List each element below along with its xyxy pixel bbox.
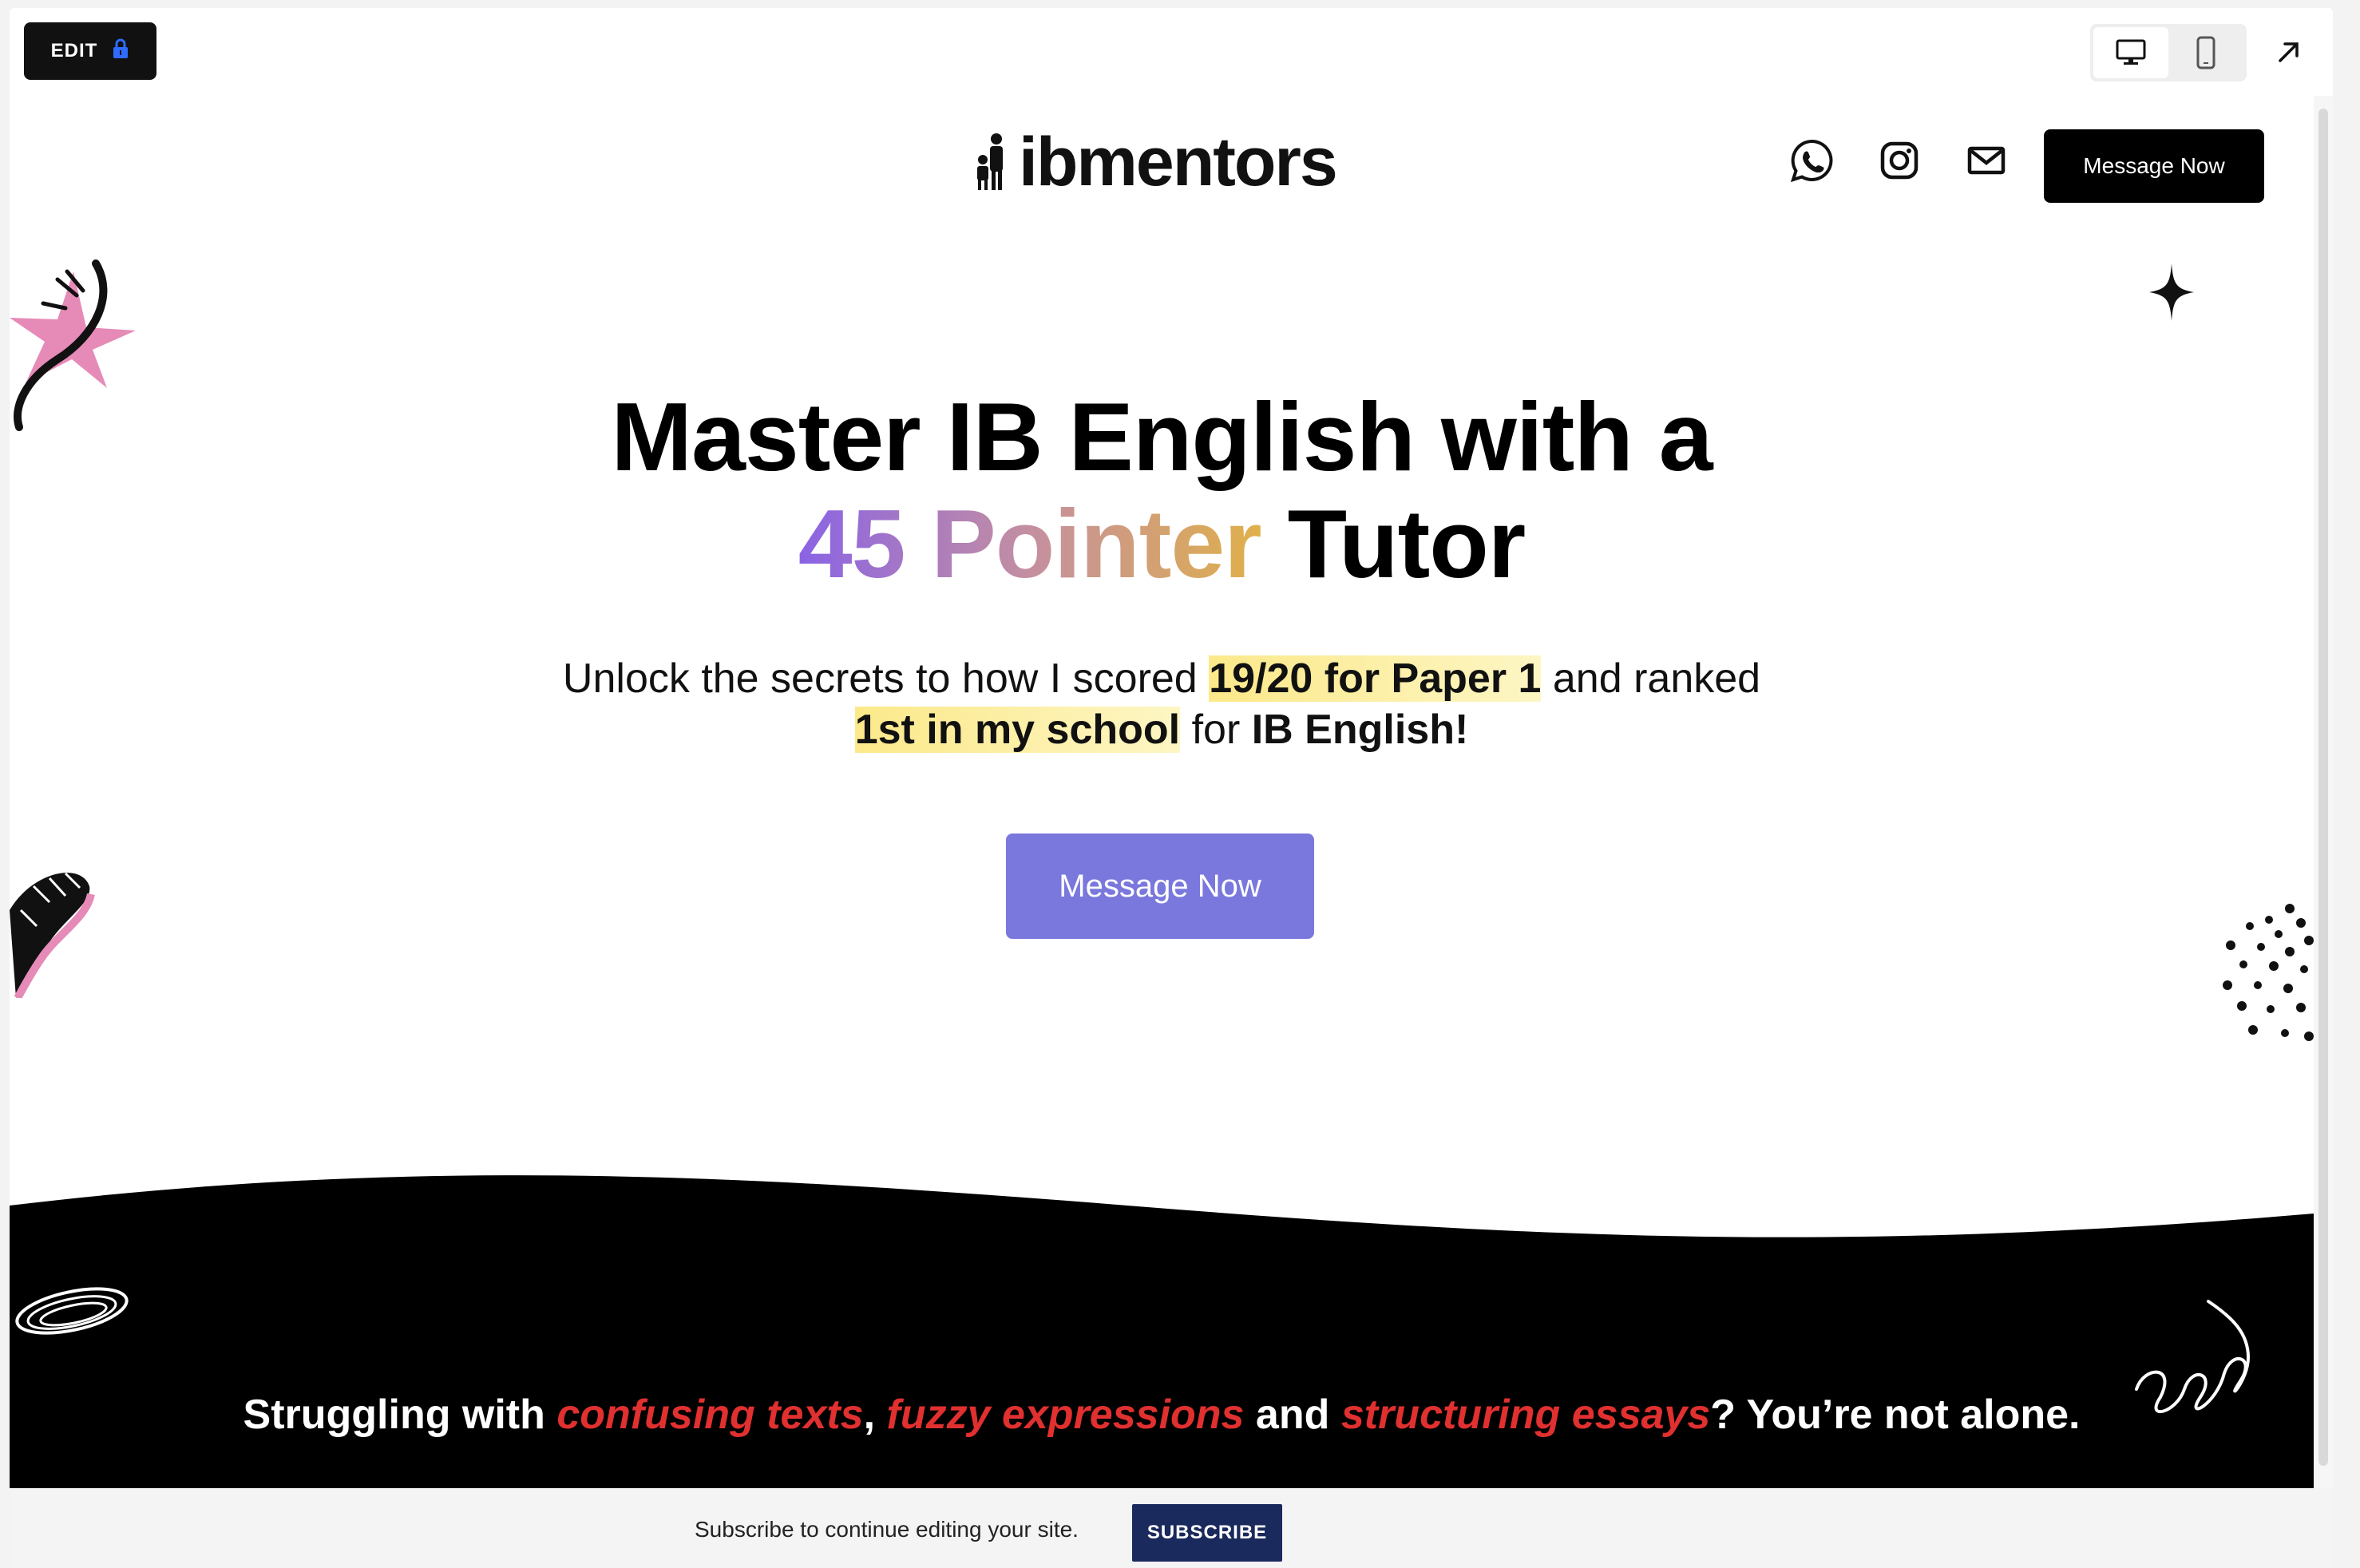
editor-toolbar: EDIT <box>10 8 2333 97</box>
subscribe-text: Subscribe to continue editing your site. <box>695 1517 1079 1542</box>
desktop-view-button[interactable] <box>2093 27 2168 78</box>
tagline-and: and <box>1255 1392 1330 1438</box>
sub-for: for <box>1191 707 1241 753</box>
dots-decoration <box>2223 904 2314 1041</box>
whatsapp-icon[interactable] <box>1788 137 1835 188</box>
sub-highlight-rank: 1st in my school <box>854 707 1181 753</box>
tagline-confusing-texts: confusing texts <box>556 1392 864 1438</box>
logo-text: ibmentors <box>1019 123 1338 200</box>
arrow-up-right-icon[interactable] <box>2275 38 2303 69</box>
hero-title-tutor: Tutor <box>1287 489 1526 598</box>
mail-icon[interactable] <box>1967 145 2006 180</box>
ring-scribble-decoration <box>15 1287 129 1335</box>
hero-message-now-button[interactable]: Message Now <box>1006 833 1314 939</box>
sub-bold: IB English! <box>1251 707 1469 753</box>
sub-mid: and ranked <box>1552 655 1761 702</box>
hero-title-line2: 45 Pointer Tutor <box>10 490 2314 597</box>
edit-label: EDIT <box>50 40 98 61</box>
tagline: Struggling with confusing texts, fuzzy e… <box>10 1391 2314 1439</box>
scrollbar[interactable] <box>2314 96 2333 1488</box>
black-wave-band <box>10 1175 2314 1488</box>
sub-highlight-score: 19/20 for Paper 1 <box>1209 655 1542 702</box>
editor-frame: EDIT ibmentors Message Now Master IB Eng… <box>10 8 2333 1568</box>
tagline-comma: , <box>863 1392 876 1438</box>
sparkle-icon <box>2149 263 2194 321</box>
tagline-pre: Struggling with <box>243 1392 545 1438</box>
tagline-fuzzy-expressions: fuzzy expressions <box>886 1392 1245 1438</box>
instagram-icon[interactable] <box>1879 141 1919 184</box>
hero-title-gradient: 45 Pointer <box>798 489 1262 598</box>
logo[interactable]: ibmentors <box>972 124 1338 200</box>
mobile-view-button[interactable] <box>2168 27 2243 78</box>
lock-icon <box>112 38 129 65</box>
mobile-icon <box>2196 36 2215 69</box>
subscribe-button[interactable]: SUBSCRIBE <box>1132 1504 1282 1562</box>
edit-button[interactable]: EDIT <box>24 22 156 80</box>
website-preview: ibmentors Message Now Master IB English … <box>10 96 2314 1488</box>
nav-message-now-button[interactable]: Message Now <box>2044 129 2264 203</box>
hero-title-line1: Master IB English with a <box>611 382 1713 491</box>
scrollbar-thumb[interactable] <box>2318 109 2328 1466</box>
wing-decoration <box>10 872 95 998</box>
tagline-post: ? You’re not alone. <box>1710 1392 2081 1438</box>
desktop-icon <box>2116 39 2146 65</box>
hero-title: Master IB English with a 45 Pointer Tuto… <box>10 383 2314 597</box>
tagline-structuring-essays: structuring essays <box>1340 1392 1711 1438</box>
device-toggle <box>2090 24 2247 81</box>
hero-subtitle: Unlock the secrets to how I scored 19/20… <box>10 653 2314 755</box>
subscribe-bar: Subscribe to continue editing your site.… <box>10 1488 2333 1568</box>
sub-pre: Unlock the secrets to how I scored <box>562 655 1198 702</box>
mentor-figures-icon <box>977 133 1003 190</box>
